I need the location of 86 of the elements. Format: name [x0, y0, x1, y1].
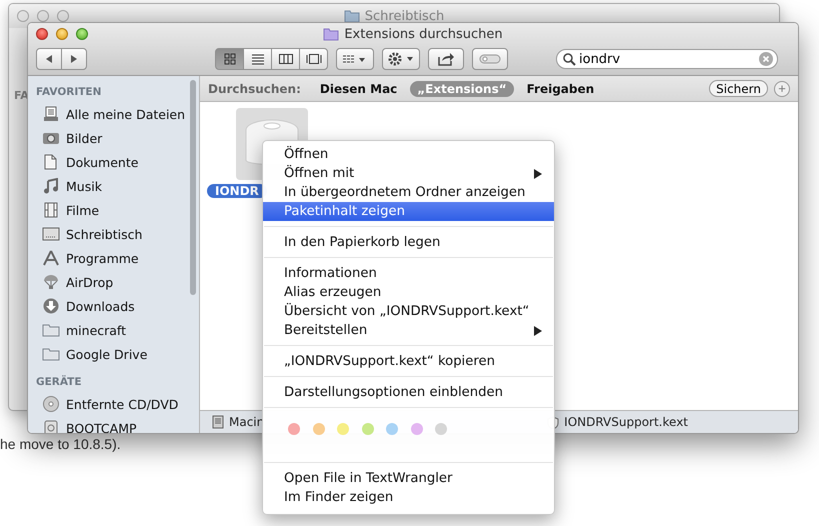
scope-button[interactable]: Diesen Mac — [312, 80, 404, 96]
tag-dot[interactable] — [312, 423, 324, 435]
menu-item[interactable]: In den Papierkorb legen — [263, 233, 554, 252]
view-button[interactable] — [243, 48, 272, 70]
clear-icon[interactable] — [759, 52, 773, 66]
minimize-button[interactable] — [56, 28, 68, 40]
scope-button[interactable]: Freigaben — [520, 80, 602, 96]
view-button[interactable] — [299, 48, 328, 70]
action-button[interactable] — [382, 48, 420, 70]
down-icon — [42, 298, 60, 314]
forward-button[interactable] — [61, 48, 87, 70]
zoom-button[interactable] — [76, 28, 88, 40]
menu-item[interactable]: Bereitstellen — [263, 321, 554, 340]
cover-flow-icon — [306, 53, 322, 65]
sidebar-item[interactable]: Programme — [36, 246, 199, 270]
zoom-button[interactable] — [57, 10, 69, 22]
search-field[interactable]: iondrv — [556, 49, 778, 69]
menu-item[interactable]: Darstellungsoptionen einblenden — [263, 383, 554, 402]
tag-dot[interactable] — [435, 423, 447, 435]
sidebar-item[interactable]: Schreibtisch — [36, 222, 199, 246]
sidebar-item[interactable]: Alle meine Dateien — [36, 102, 199, 126]
sidebar-item[interactable]: AirDrop — [36, 270, 199, 294]
drive-icon — [42, 420, 60, 433]
menu-item[interactable]: Paketinhalt zeigen — [263, 202, 554, 221]
scrollbar[interactable] — [190, 80, 196, 295]
path-item[interactable]: IONDRVSupport.kext — [564, 415, 688, 429]
menu-item[interactable]: Informationen — [263, 264, 554, 283]
sidebar-heading: FAVORITEN — [36, 85, 102, 100]
menu-item[interactable]: Übersicht von „IONDRVSupport.kext“ — [263, 302, 554, 321]
sidebar-item[interactable]: Entfernte CD/DVD — [36, 392, 199, 416]
tag-dot[interactable] — [410, 423, 422, 435]
sidebar-item[interactable]: Dokumente — [36, 150, 199, 174]
share-icon — [437, 52, 455, 66]
scope-label: Durchsuchen: — [208, 82, 301, 96]
menu-item[interactable]: Öffnen — [263, 145, 554, 164]
window-title: Extensions durchsuchen — [344, 26, 503, 42]
menu-item[interactable]: „IONDRVSupport.kext“ kopieren — [263, 352, 554, 371]
back-button[interactable] — [36, 48, 62, 70]
back-arrow-icon — [44, 54, 54, 64]
search-icon — [563, 52, 576, 66]
desk-icon — [42, 226, 60, 242]
grid-dropdown-icon — [342, 53, 368, 65]
apps-icon — [42, 250, 60, 266]
disc-icon — [42, 396, 60, 412]
list-view-icon — [250, 53, 266, 65]
view-button[interactable] — [215, 48, 244, 70]
save-button[interactable]: Sichern — [709, 80, 768, 97]
folder-icon — [42, 322, 60, 338]
sidebar-item[interactable]: minecraft — [36, 318, 199, 342]
tag-dot[interactable] — [337, 423, 349, 435]
drive-icon — [212, 415, 224, 429]
camera-icon — [42, 130, 60, 146]
minimize-button[interactable] — [37, 10, 49, 22]
submenu-arrow-icon — [534, 326, 542, 336]
menu-item[interactable]: Öffnen mit — [263, 164, 554, 183]
menu-item[interactable]: Open File in TextWrangler — [263, 469, 554, 488]
list-icon — [42, 106, 60, 122]
view-button[interactable] — [271, 48, 300, 70]
icon-view-icon — [222, 53, 238, 65]
tag-dot[interactable] — [288, 423, 300, 435]
column-view-icon — [278, 53, 294, 65]
gear-icon — [386, 51, 416, 67]
submenu-arrow-icon — [534, 168, 542, 178]
menu-item[interactable]: Alias erzeugen — [263, 283, 554, 302]
sidebar-item[interactable]: Filme — [36, 198, 199, 222]
film-icon — [42, 202, 60, 218]
toggle-button[interactable] — [472, 48, 508, 70]
arrange-button[interactable] — [336, 48, 374, 70]
music-icon — [42, 178, 60, 194]
window-title: Schreibtisch — [364, 8, 444, 24]
sidebar-item[interactable]: Musik — [36, 174, 199, 198]
sidebar-heading: GERÄTE — [36, 374, 83, 390]
close-button[interactable] — [36, 28, 48, 40]
sidebar-item[interactable]: Downloads — [36, 294, 199, 318]
folder-icon — [42, 346, 60, 362]
menu-item[interactable]: Im Finder zeigen — [263, 488, 554, 507]
sidebar-item[interactable]: Google Drive — [36, 342, 199, 366]
share-button[interactable] — [428, 48, 464, 70]
sidebar-item[interactable]: Bilder — [36, 126, 199, 150]
sidebar-item[interactable]: BOOTCAMP — [36, 416, 199, 433]
tag-dot[interactable] — [386, 423, 398, 435]
forward-arrow-icon — [69, 54, 79, 64]
page-text: he move to 10.8.5). — [0, 436, 121, 452]
tag-dot[interactable] — [362, 423, 374, 435]
add-button[interactable]: + — [774, 80, 790, 96]
toggle-icon — [479, 54, 501, 64]
